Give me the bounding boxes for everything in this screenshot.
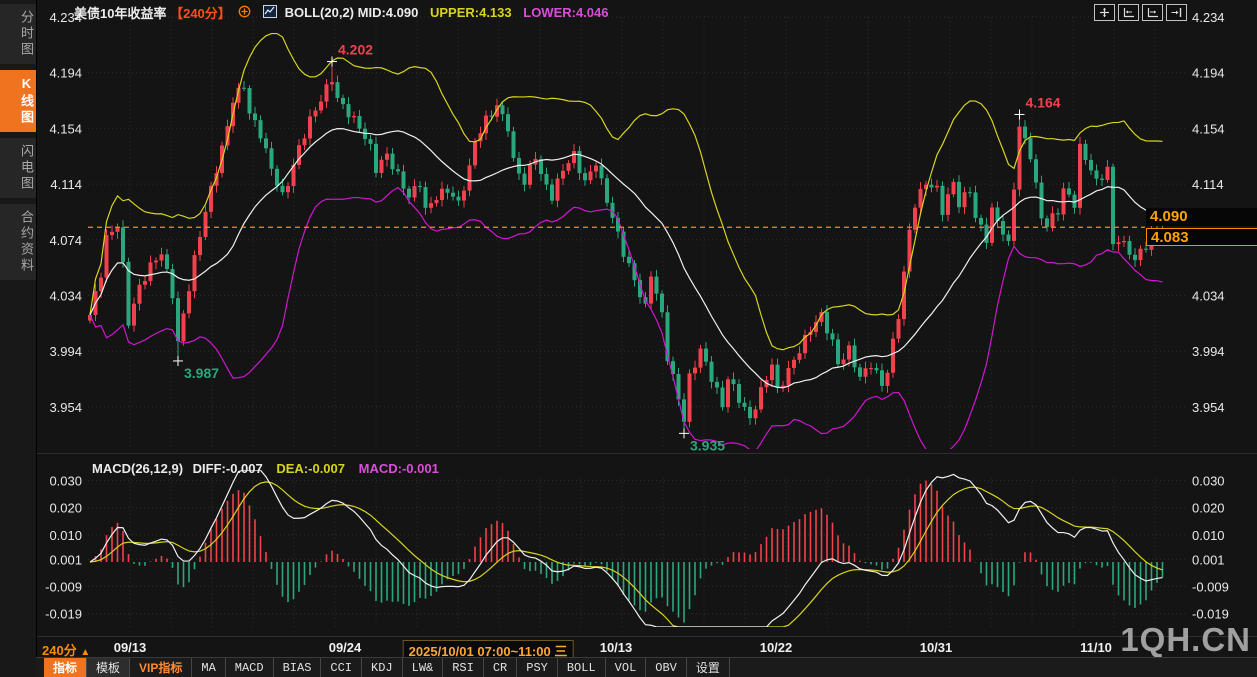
svg-text:0.010: 0.010: [1192, 528, 1225, 543]
chart-toolbuttons: [1094, 4, 1187, 21]
toolbar-item-5[interactable]: BIAS: [274, 658, 322, 677]
add-indicator-icon[interactable]: [238, 5, 251, 21]
app-window: 4.2344.2344.1944.1944.1544.1544.1144.114…: [0, 0, 1257, 677]
svg-text:4.154: 4.154: [1192, 121, 1225, 136]
date-label: 11/10: [1080, 640, 1112, 655]
period-badge[interactable]: 【240分】: [170, 6, 231, 21]
toolbar-item-8[interactable]: LW&: [403, 658, 444, 677]
svg-text:3.994: 3.994: [49, 344, 82, 359]
svg-text:4.114: 4.114: [1192, 177, 1224, 192]
svg-text:0.020: 0.020: [1192, 501, 1225, 516]
svg-text:3.994: 3.994: [1192, 344, 1225, 359]
instrument-title: 美债10年收益率: [74, 6, 166, 21]
svg-text:4.202: 4.202: [338, 42, 373, 58]
sidebar-tab-lightning[interactable]: 闪电图: [0, 138, 36, 198]
svg-text:-0.009: -0.009: [45, 579, 82, 594]
svg-text:3.987: 3.987: [184, 365, 219, 381]
boll-lower-value: LOWER:4.046: [523, 5, 608, 20]
date-label: 10/13: [600, 640, 633, 655]
toolbar-item-3[interactable]: MA: [192, 658, 225, 677]
svg-text:4.034: 4.034: [1192, 289, 1225, 304]
svg-text:4.154: 4.154: [49, 121, 82, 136]
boll-label: BOLL(20,2): [285, 5, 354, 20]
reference-price-badge: 4.090: [1146, 208, 1257, 226]
toolbar-item-13[interactable]: VOL: [606, 658, 647, 677]
svg-text:0.001: 0.001: [1192, 552, 1225, 567]
sidebar-tab-kline[interactable]: K线图: [0, 70, 36, 132]
axis-zoom-left-icon[interactable]: [1118, 4, 1139, 21]
toolbar-item-11[interactable]: PSY: [517, 658, 558, 677]
toolbar-item-15[interactable]: 设置: [687, 658, 730, 677]
svg-text:4.074: 4.074: [49, 233, 82, 248]
macd-name: MACD(26,12,9): [92, 461, 183, 476]
svg-text:0.030: 0.030: [49, 474, 82, 489]
sidebar-tab-contract-info[interactable]: 合约资料: [0, 204, 36, 280]
date-label: 09/13: [114, 640, 147, 655]
boll-mid-value: MID:4.090: [358, 5, 419, 20]
svg-text:4.194: 4.194: [49, 66, 82, 81]
svg-text:0.030: 0.030: [1192, 474, 1225, 489]
date-label: 10/31: [920, 640, 953, 655]
crosshair-icon[interactable]: [1094, 4, 1115, 21]
toolbar-item-7[interactable]: KDJ: [362, 658, 403, 677]
panel-divider: [36, 453, 1257, 454]
date-label: 10/22: [760, 640, 793, 655]
svg-text:4.194: 4.194: [1192, 66, 1225, 81]
svg-text:4.114: 4.114: [50, 177, 82, 192]
x-axis: 240分 ▲ 09/1309/242025/10/01 07:00~11:00 …: [36, 637, 1257, 658]
last-price-badge: 4.083: [1146, 228, 1257, 246]
chart-type-icon[interactable]: [263, 5, 277, 21]
svg-text:0.010: 0.010: [49, 528, 82, 543]
svg-text:-0.019: -0.019: [1192, 607, 1229, 622]
toolbar-item-12[interactable]: BOLL: [558, 658, 606, 677]
svg-text:3.954: 3.954: [1192, 400, 1225, 415]
sidebar-tab-timeshare[interactable]: 分时图: [0, 4, 36, 64]
boll-upper-value: UPPER:4.133: [430, 5, 512, 20]
toolbar-item-1[interactable]: 模板: [87, 658, 130, 677]
svg-text:4.164: 4.164: [1026, 94, 1061, 110]
macd-diff-value: DIFF:-0.007: [193, 461, 263, 476]
svg-text:3.935: 3.935: [690, 437, 725, 453]
date-label: 09/24: [329, 640, 362, 655]
toolbar-item-0[interactable]: 指标: [44, 658, 87, 677]
bottom-toolbar: 指标模板VIP指标MAMACDBIASCCIKDJLW&RSICRPSYBOLL…: [36, 657, 1257, 677]
svg-text:4.034: 4.034: [49, 289, 82, 304]
svg-text:0.001: 0.001: [49, 552, 82, 567]
chart-header: 美债10年收益率 【240分】 BOLL(20,2) MID:4.090 UPP…: [74, 3, 609, 21]
svg-text:-0.019: -0.019: [45, 607, 82, 622]
watermark: 1QH.CN: [1120, 621, 1251, 659]
pan-right-icon[interactable]: [1166, 4, 1187, 21]
toolbar-item-9[interactable]: RSI: [443, 658, 484, 677]
main-chart-canvas[interactable]: 4.2344.2344.1944.1944.1544.1544.1144.114…: [0, 0, 1257, 658]
toolbar-item-4[interactable]: MACD: [226, 658, 274, 677]
sidebar: 分时图 K线图 闪电图 合约资料: [0, 0, 37, 677]
macd-header: MACD(26,12,9) DIFF:-0.007 DEA:-0.007 MAC…: [92, 461, 439, 476]
toolbar-item-14[interactable]: OBV: [646, 658, 687, 677]
axis-zoom-right-icon[interactable]: [1142, 4, 1163, 21]
svg-text:-0.009: -0.009: [1192, 579, 1229, 594]
svg-text:0.020: 0.020: [49, 501, 82, 516]
svg-text:4.234: 4.234: [1192, 10, 1225, 25]
macd-macd-value: MACD:-0.001: [359, 461, 439, 476]
svg-text:3.954: 3.954: [49, 400, 82, 415]
toolbar-item-10[interactable]: CR: [484, 658, 517, 677]
toolbar-item-2[interactable]: VIP指标: [130, 658, 192, 677]
toolbar-item-6[interactable]: CCI: [321, 658, 362, 677]
macd-dea-value: DEA:-0.007: [276, 461, 345, 476]
